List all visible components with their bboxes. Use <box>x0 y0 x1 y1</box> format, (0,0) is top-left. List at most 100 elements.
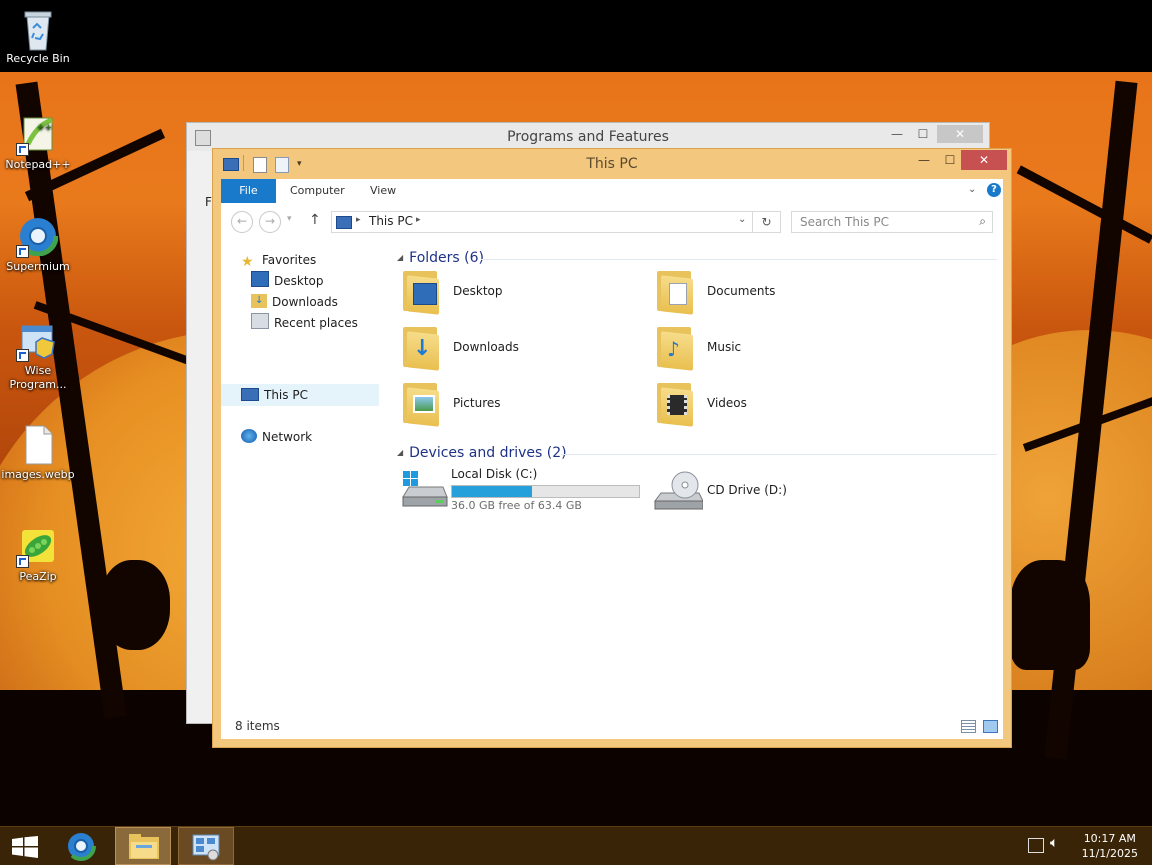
supermium-icon <box>16 215 59 258</box>
breadcrumb-this-pc[interactable]: This PC <box>369 214 413 228</box>
pictures-folder-icon <box>401 381 439 427</box>
group-label: Devices and drives (2) <box>409 445 567 461</box>
drive-label: CD Drive (D:) <box>707 483 787 497</box>
breadcrumb-separator-icon[interactable]: ▸ <box>356 215 361 225</box>
folder-videos[interactable]: Videos <box>655 379 895 429</box>
desktop-icon-label: Supermium <box>6 260 70 273</box>
recycle-bin-desktop-icon[interactable]: Recycle Bin <box>0 8 76 66</box>
recent-places-icon <box>251 313 269 329</box>
nav-label: Recent places <box>274 316 358 330</box>
desktop-folder-icon <box>401 269 439 315</box>
large-icons-view-icon[interactable] <box>983 720 998 733</box>
search-icon[interactable]: ⌕ <box>979 214 986 229</box>
supermium-icon <box>66 831 96 861</box>
shortcut-arrow-icon <box>16 349 29 362</box>
downloads-folder-icon: ↓ <box>401 325 439 371</box>
help-icon[interactable]: ? <box>987 183 1001 197</box>
clock[interactable]: 10:17 AM 11/1/2025 <box>1082 831 1138 861</box>
control-panel-icon <box>192 834 220 861</box>
peazip-desktop-icon[interactable]: PeaZip <box>0 526 76 584</box>
taskbar-supermium[interactable] <box>56 827 112 865</box>
drive-local-disk-c[interactable]: Local Disk (C:) 36.0 GB free of 63.4 GB <box>399 467 640 513</box>
collapse-triangle-icon: ◢ <box>397 448 404 457</box>
recycle-bin-icon <box>18 8 58 51</box>
nav-item-favorites[interactable]: ★ Favorites <box>241 250 316 270</box>
pumpkin-silhouette <box>100 560 170 650</box>
clock-time: 10:17 AM <box>1083 832 1136 845</box>
peazip-icon <box>16 526 58 568</box>
desktop-icon-label: Wise Program... <box>9 364 67 391</box>
taskbar-control-panel[interactable] <box>178 827 234 865</box>
nav-item-desktop[interactable]: Desktop <box>251 271 324 291</box>
address-dropdown-icon[interactable]: ⌄ <box>738 214 746 225</box>
desktop-icon-label: PeaZip <box>19 570 57 583</box>
forward-button[interactable]: → <box>259 211 281 233</box>
title-bar[interactable]: Programs and Features — ☐ ✕ <box>187 123 989 151</box>
expand-ribbon-icon[interactable]: ⌄ <box>968 184 976 195</box>
network-tray-icon[interactable] <box>1028 838 1044 853</box>
wise-program-uninstaller-desktop-icon[interactable]: Wise Program... <box>0 320 76 392</box>
address-row: ← → ▾ ↑ ▸ This PC ▸ ⌄ ↻ Search This PC ⌕ <box>221 203 1003 239</box>
folder-icon <box>129 834 159 859</box>
folder-music[interactable]: ♪ Music <box>655 323 895 373</box>
tab-file[interactable]: File <box>221 179 276 203</box>
volume-tray-icon[interactable]: 🔈︎ <box>1050 835 1058 851</box>
breadcrumb-separator-icon[interactable]: ▸ <box>416 215 421 225</box>
search-input[interactable]: Search This PC ⌕ <box>791 211 993 233</box>
refresh-icon[interactable]: ↻ <box>752 212 780 232</box>
images-webp-desktop-icon[interactable]: images.webp <box>0 424 76 482</box>
maximize-button[interactable]: ☐ <box>909 125 937 143</box>
maximize-button[interactable]: ☐ <box>937 150 963 170</box>
tree-branch <box>1016 165 1152 244</box>
network-icon <box>241 429 257 443</box>
status-bar: 8 items <box>221 715 1003 739</box>
folder-documents[interactable]: Documents <box>655 267 895 317</box>
group-divider <box>481 259 997 260</box>
taskbar-file-explorer[interactable] <box>115 827 171 865</box>
back-button[interactable]: ← <box>231 211 253 233</box>
nav-label: Desktop <box>274 274 324 288</box>
close-button[interactable]: ✕ <box>937 125 983 143</box>
nav-label: Downloads <box>272 295 338 309</box>
drive-cd-d[interactable]: CD Drive (D:) <box>653 467 893 513</box>
start-button[interactable] <box>0 827 48 865</box>
minimize-button[interactable]: — <box>883 125 911 143</box>
file-icon <box>18 424 58 465</box>
clock-date: 11/1/2025 <box>1081 847 1138 860</box>
folder-pictures[interactable]: Pictures <box>401 379 641 429</box>
nav-label: Favorites <box>262 253 317 267</box>
nav-item-network[interactable]: Network <box>241 427 312 447</box>
up-button[interactable]: ↑ <box>309 212 321 228</box>
nav-item-downloads[interactable]: ↓ Downloads <box>251 292 338 312</box>
folder-downloads[interactable]: ↓ Downloads <box>401 323 641 373</box>
this-pc-window[interactable]: ▾ This PC — ☐ ✕ File Computer View ⌄ ? ←… <box>212 148 1012 748</box>
folders-group-header[interactable]: ◢ Folders (6) <box>397 250 484 266</box>
folder-desktop[interactable]: Desktop <box>401 267 641 317</box>
nav-item-this-pc[interactable]: This PC <box>241 385 308 405</box>
drives-group-header[interactable]: ◢ Devices and drives (2) <box>397 445 567 461</box>
cd-drive-icon <box>654 471 703 510</box>
shortcut-arrow-icon <box>16 555 29 568</box>
drive-usage-fill <box>452 486 533 497</box>
address-bar[interactable]: ▸ This PC ▸ ⌄ ↻ <box>331 211 781 233</box>
details-view-icon[interactable] <box>961 720 976 733</box>
nav-label: This PC <box>264 388 308 402</box>
recent-locations-icon[interactable]: ▾ <box>287 214 292 224</box>
desktop-icon-label: Notepad++ <box>5 158 71 171</box>
tab-view[interactable]: View <box>370 179 396 203</box>
supermium-desktop-icon[interactable]: Supermium <box>0 215 76 274</box>
tab-computer[interactable]: Computer <box>290 179 345 203</box>
nav-label: Network <box>262 430 313 444</box>
minimize-button[interactable]: — <box>911 150 937 170</box>
nav-item-recent-places[interactable]: Recent places <box>251 313 358 333</box>
star-icon: ★ <box>241 254 254 270</box>
folder-label: Videos <box>707 396 747 410</box>
svg-text:++: ++ <box>37 123 52 133</box>
group-label: Folders (6) <box>409 250 484 266</box>
explorer-body: File Computer View ⌄ ? ← → ▾ ↑ ▸ This PC… <box>221 179 1003 739</box>
taskbar: 🔈︎ 10:17 AM 11/1/2025 <box>0 826 1152 865</box>
close-button[interactable]: ✕ <box>961 150 1007 170</box>
content-pane: ◢ Folders (6) Desktop Documents ↓ Downloa… <box>381 245 1001 715</box>
title-bar[interactable]: ▾ This PC — ☐ ✕ <box>213 149 1011 179</box>
notepad-plus-plus-desktop-icon[interactable]: ++ Notepad++ <box>0 114 76 172</box>
